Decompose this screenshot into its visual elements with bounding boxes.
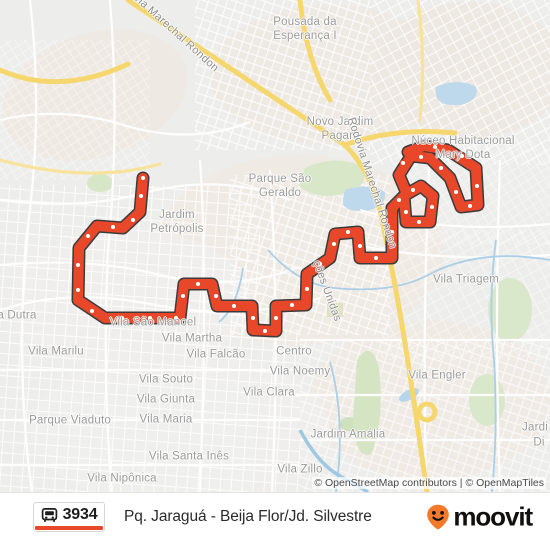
map-canvas[interactable]: Pousada da Esperança I Novo Jardim Pagani… bbox=[0, 0, 550, 492]
bus-route-overlay bbox=[71, 139, 485, 338]
moovit-wordmark: moovit bbox=[453, 501, 533, 532]
route-info-bar: 3934 Pq. Jaraguá - Beija Flor/Jd. Silves… bbox=[0, 492, 550, 540]
route-badge[interactable]: 3934 bbox=[33, 502, 105, 532]
moovit-pin-icon bbox=[427, 504, 450, 530]
route-map-page: Pousada da Esperança I Novo Jardim Pagani… bbox=[0, 0, 550, 540]
route-badge-row: 3934 bbox=[34, 503, 104, 526]
route-name: Pq. Jaraguá - Beija Flor/Jd. Silvestre bbox=[124, 508, 372, 525]
route-number: 3934 bbox=[62, 506, 98, 523]
moovit-logo[interactable]: moovit bbox=[425, 501, 533, 533]
map-attribution: © OpenStreetMap contributors | © OpenMap… bbox=[312, 477, 546, 489]
bus-icon bbox=[41, 507, 57, 522]
route-badge-underline bbox=[35, 526, 103, 530]
